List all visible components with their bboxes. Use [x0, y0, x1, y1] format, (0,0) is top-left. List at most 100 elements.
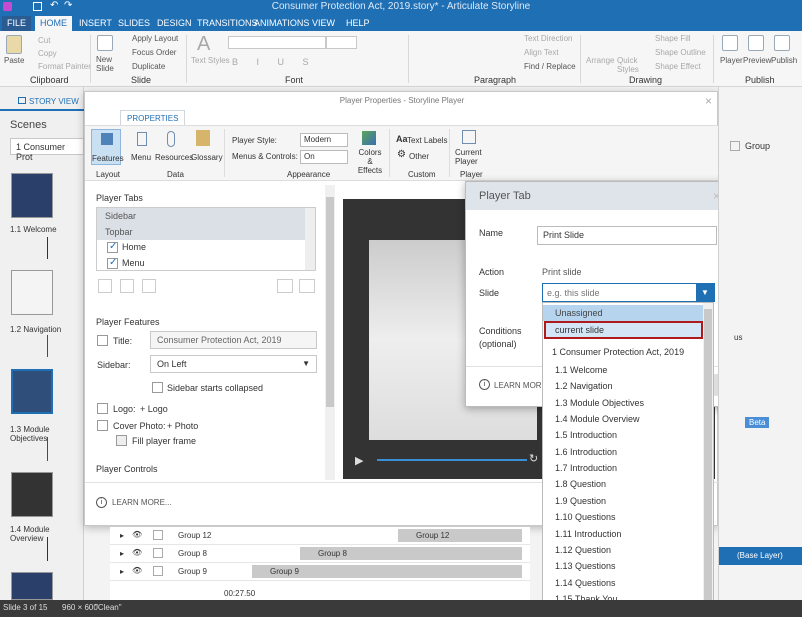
scene-select[interactable]: 1 Consumer Prot: [10, 138, 84, 162]
dropdown-item[interactable]: 1.5 Introduction: [555, 430, 617, 440]
title-checkbox[interactable]: [97, 335, 108, 346]
expand-icon[interactable]: ▸: [120, 531, 124, 540]
list-item[interactable]: Topbar: [97, 224, 305, 240]
action-value[interactable]: Print slide: [542, 267, 582, 277]
font-format-icons[interactable]: B I U S: [232, 57, 317, 67]
base-layer-row[interactable]: (Base Layer): [719, 547, 802, 565]
eye-icon[interactable]: 👁: [132, 548, 142, 557]
format-painter-button[interactable]: Format Painter: [38, 62, 91, 71]
list-item[interactable]: Sidebar: [97, 208, 305, 224]
learn-more-link[interactable]: LEARN MORE: [494, 381, 547, 390]
dropdown-item[interactable]: 1.8 Question: [555, 479, 606, 489]
resources-button[interactable]: Resources: [155, 153, 193, 162]
text-labels-button[interactable]: Text Labels: [407, 136, 447, 145]
new-tab-icon[interactable]: [98, 279, 112, 293]
table-row[interactable]: ▸ 👁 Group 9 Group 9: [110, 563, 530, 581]
timeline-bar[interactable]: Group 9: [252, 565, 522, 578]
tab-help[interactable]: HELP: [341, 16, 375, 31]
home-checkbox[interactable]: [107, 241, 118, 253]
sidebar-select[interactable]: On Left ▼: [150, 355, 317, 373]
player-style-select[interactable]: Modern: [300, 133, 348, 147]
menus-controls-select[interactable]: On: [300, 150, 348, 164]
publish-button[interactable]: Publish: [771, 56, 797, 65]
current-player-icon[interactable]: [462, 130, 476, 144]
cut-button[interactable]: Cut: [38, 36, 50, 45]
arrange-button[interactable]: Arrange: [586, 56, 614, 65]
scroll-thumb[interactable]: [704, 309, 712, 609]
find-replace-button[interactable]: Find / Replace: [524, 62, 576, 71]
table-row[interactable]: ▸ 👁 Group 12 Group 12: [110, 527, 530, 545]
story-view-tab[interactable]: STORY VIEW: [0, 91, 84, 111]
new-slide-icon[interactable]: [97, 35, 113, 51]
font-family-select[interactable]: [228, 36, 326, 49]
dropdown-scrollbar[interactable]: [703, 303, 713, 616]
paste-button[interactable]: Paste: [4, 56, 24, 65]
publish-icon[interactable]: [774, 35, 790, 51]
expand-icon[interactable]: ▸: [120, 549, 124, 558]
slide-select-toggle[interactable]: ▼: [696, 284, 714, 301]
slide-thumbnail-1[interactable]: [11, 173, 53, 218]
player-button[interactable]: Player: [720, 56, 743, 65]
dropdown-item[interactable]: 1.6 Introduction: [555, 447, 617, 457]
glossary-button[interactable]: Glossary: [191, 153, 223, 162]
dropdown-item[interactable]: Unassigned: [555, 308, 603, 318]
dropdown-item[interactable]: 1.4 Module Overview: [555, 414, 640, 424]
move-down-icon[interactable]: [299, 279, 315, 293]
timeline-bar[interactable]: Group 8: [300, 547, 522, 560]
slide-select-input[interactable]: [547, 286, 687, 299]
paste-icon[interactable]: [6, 35, 22, 54]
dropdown-item[interactable]: 1.11 Introduction: [555, 529, 621, 539]
tab-animations[interactable]: ANIMATIONS: [249, 16, 314, 31]
focus-order-button[interactable]: Focus Order: [132, 48, 176, 57]
learn-more-link[interactable]: LEARN MORE...: [112, 498, 172, 507]
slide-thumbnail-3[interactable]: [11, 369, 53, 414]
dropdown-item[interactable]: 1.1 Welcome: [555, 365, 607, 375]
slide-thumbnail-4[interactable]: [11, 472, 53, 517]
dialog-close-icon[interactable]: ×: [705, 94, 712, 108]
tab-file[interactable]: FILE: [2, 16, 32, 31]
tab-insert[interactable]: INSERT: [74, 16, 117, 31]
menu-button[interactable]: Menu: [131, 153, 151, 162]
slide-thumbnail-5[interactable]: [11, 572, 53, 600]
resources-icon[interactable]: [167, 131, 175, 147]
shape-fill-button[interactable]: Shape Fill: [655, 34, 691, 43]
fill-frame-checkbox[interactable]: [116, 435, 127, 446]
add-photo-link[interactable]: + Photo: [167, 421, 198, 431]
lock-checkbox[interactable]: [153, 548, 163, 558]
table-row[interactable]: ▸ 👁 Group 8 Group 8: [110, 545, 530, 563]
dropdown-item[interactable]: 1 Consumer Protection Act, 2019: [552, 347, 684, 357]
player-icon[interactable]: [722, 35, 738, 51]
other-button[interactable]: Other: [409, 152, 429, 161]
settings-scrollbar[interactable]: [325, 185, 335, 480]
tab-slides[interactable]: SLIDES: [113, 16, 155, 31]
title-field[interactable]: Consumer Protection Act, 2019: [150, 331, 317, 349]
dropdown-item[interactable]: 1.10 Questions: [555, 512, 616, 522]
scroll-thumb[interactable]: [326, 197, 334, 407]
move-up-icon[interactable]: [277, 279, 293, 293]
add-logo-link[interactable]: + Logo: [140, 404, 168, 414]
colors-effects-button[interactable]: Colors & Effects: [355, 148, 385, 175]
current-player-button[interactable]: Current Player: [455, 148, 485, 166]
shape-effect-button[interactable]: Shape Effect: [655, 62, 701, 71]
lock-checkbox[interactable]: [153, 530, 163, 540]
eye-icon[interactable]: 👁: [132, 566, 142, 575]
seekbar[interactable]: [377, 459, 527, 461]
eye-icon[interactable]: 👁: [132, 530, 142, 539]
preview-button[interactable]: Preview: [743, 56, 771, 65]
tab-design[interactable]: DESIGN: [152, 16, 197, 31]
tab-home[interactable]: HOME: [35, 16, 72, 31]
sidebar-collapsed-checkbox[interactable]: [152, 382, 163, 393]
menu-checkbox[interactable]: [107, 257, 118, 269]
list-scrollbar[interactable]: [305, 208, 315, 270]
dropdown-item[interactable]: 1.12 Question: [555, 545, 611, 555]
dropdown-item[interactable]: 1.7 Introduction: [555, 463, 617, 473]
apply-layout-button[interactable]: Apply Layout: [132, 34, 178, 43]
slide-select[interactable]: ▼: [542, 283, 715, 302]
tab-view[interactable]: VIEW: [307, 16, 340, 31]
align-text-button[interactable]: Align Text: [524, 48, 559, 57]
expand-icon[interactable]: ▸: [120, 567, 124, 576]
shape-outline-button[interactable]: Shape Outline: [655, 48, 706, 57]
new-slide-button[interactable]: New Slide: [96, 55, 120, 73]
text-direction-button[interactable]: Text Direction: [524, 34, 572, 43]
colors-effects-icon[interactable]: [362, 131, 376, 145]
